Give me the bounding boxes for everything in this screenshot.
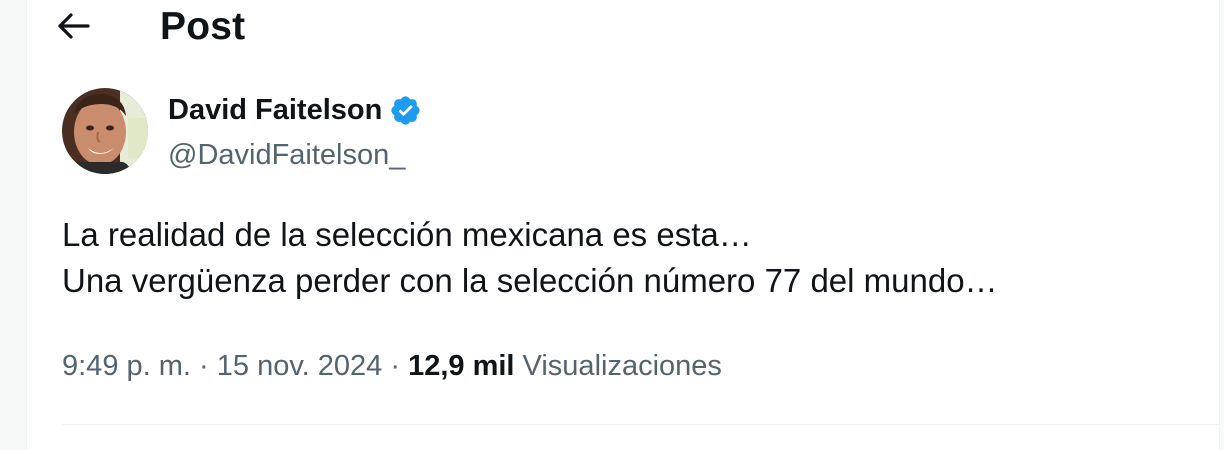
tweet-text-line: La realidad de la selección mexicana es …: [62, 216, 752, 253]
page-title: Post: [160, 5, 246, 48]
author-name-row[interactable]: David Faitelson: [168, 90, 422, 130]
verified-badge-icon: [389, 94, 422, 127]
tweet-text: La realidad de la selección mexicana es …: [62, 212, 1192, 304]
tweet-time[interactable]: 9:49 p. m.: [62, 350, 191, 382]
back-button[interactable]: [52, 6, 96, 50]
views-label: Visualizaciones: [522, 350, 722, 382]
views-count: 12,9 mil: [408, 350, 515, 382]
meta-separator: ·: [190, 350, 217, 382]
meta-separator: ·: [382, 350, 409, 382]
tweet-text-line: Una vergüenza perder con la selección nú…: [62, 262, 998, 299]
divider: [62, 424, 1219, 425]
left-gutter: [0, 0, 27, 450]
tweet-date[interactable]: 15 nov. 2024: [217, 350, 383, 382]
right-gutter: [1219, 0, 1224, 450]
author-name: David Faitelson: [168, 94, 383, 126]
avatar-image: [62, 88, 148, 174]
post-page: Post David Faitelson @DavidFaitelson_ La…: [0, 0, 1224, 450]
tweet-meta: 9:49 p. m. · 15 nov. 2024 · 12,9 mil Vis…: [62, 346, 722, 386]
avatar[interactable]: [62, 88, 148, 174]
arrow-left-icon: [57, 12, 91, 45]
author-handle[interactable]: @DavidFaitelson_: [168, 137, 405, 173]
views-link[interactable]: 12,9 mil Visualizaciones: [408, 350, 722, 382]
